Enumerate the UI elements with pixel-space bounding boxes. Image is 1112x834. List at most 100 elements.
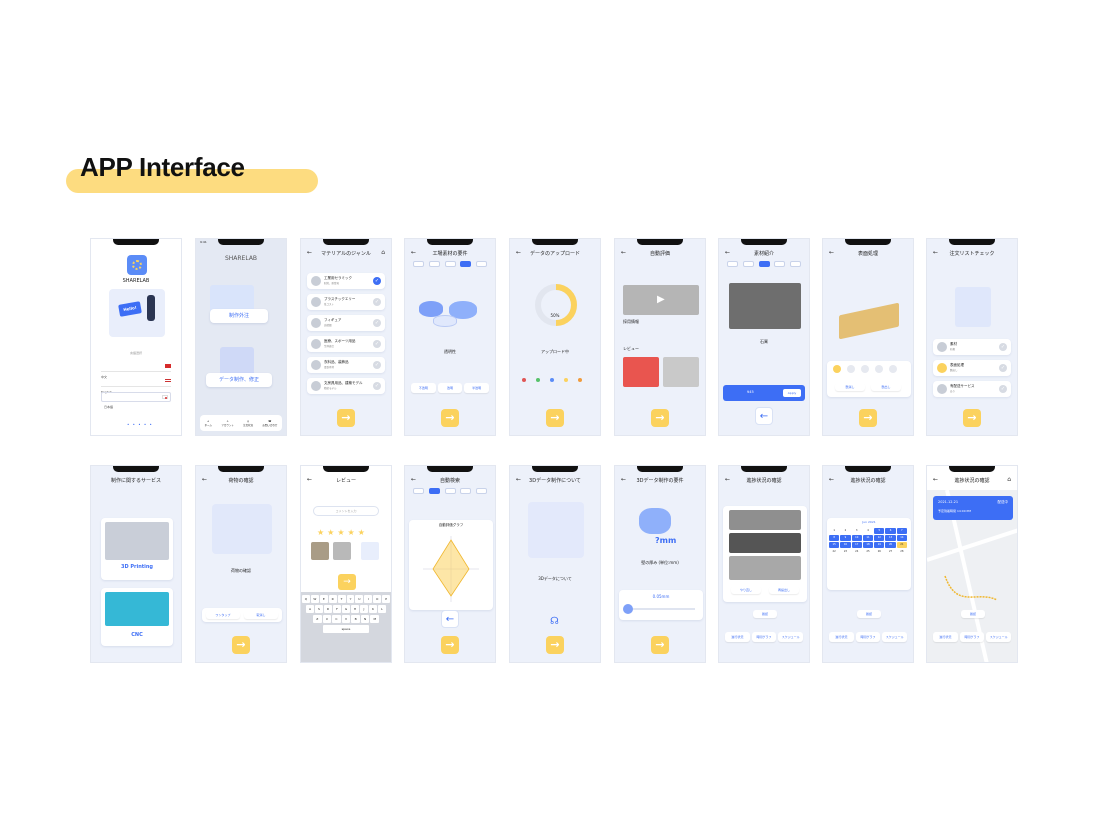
calendar-day[interactable]: 28	[897, 549, 907, 555]
step-icon[interactable]	[413, 261, 424, 267]
review-photo[interactable]	[333, 542, 351, 560]
material-item[interactable]: 文房具用品、建築モデル 精密モデル ✓	[307, 378, 385, 394]
key[interactable]: P	[382, 595, 391, 603]
color-swatch[interactable]	[833, 365, 841, 373]
color-dot[interactable]	[536, 378, 540, 382]
tab-schedule[interactable]: スケジュール	[986, 632, 1012, 642]
glossy-button[interactable]: 艶出し	[871, 383, 901, 391]
color-dot[interactable]	[564, 378, 568, 382]
slider-thumb[interactable]	[623, 604, 633, 614]
calendar-day[interactable]: 6	[885, 528, 896, 534]
calendar-day[interactable]: 17	[851, 542, 862, 548]
color-swatch[interactable]	[875, 365, 883, 373]
nav-contact[interactable]: ☎ お問い合わせ	[262, 420, 277, 427]
slider-track[interactable]	[627, 608, 695, 610]
order-item[interactable]: 有配送サービス あり ✓	[933, 381, 1011, 397]
review-image[interactable]	[663, 357, 699, 387]
video-thumbnail[interactable]: ▶	[623, 285, 699, 315]
step-icon[interactable]	[413, 488, 424, 494]
step-icon[interactable]	[758, 261, 770, 267]
upload-photo-button[interactable]	[361, 542, 379, 560]
calendar-day[interactable]: 22	[829, 549, 839, 555]
tab-progress[interactable]: 進行状況	[829, 632, 854, 642]
calendar-day[interactable]: 19	[874, 542, 885, 548]
step-icon[interactable]	[790, 261, 801, 267]
calendar-day[interactable]: 18	[862, 542, 874, 548]
key[interactable]: L	[378, 605, 386, 613]
step-icon[interactable]	[476, 488, 487, 494]
check-icon[interactable]: ✓	[373, 361, 381, 369]
back-button[interactable]: ←	[441, 610, 459, 628]
key[interactable]: E	[319, 595, 328, 603]
redo-button[interactable]: やり直し	[731, 586, 761, 594]
tab-schedule[interactable]: スケジュール	[778, 632, 804, 642]
key[interactable]: T	[337, 595, 346, 603]
key[interactable]: Z	[313, 615, 322, 623]
calendar-day[interactable]: 7	[896, 528, 907, 534]
headset-icon[interactable]: ☊	[550, 616, 559, 627]
step-icon[interactable]	[460, 261, 472, 267]
service-option-cnc[interactable]: CNC	[101, 588, 173, 646]
calendar-day[interactable]: 15	[829, 542, 840, 548]
tab-schedule[interactable]: スケジュール	[882, 632, 908, 642]
matte-button[interactable]: 艶消し	[835, 383, 865, 391]
next-button[interactable]: →	[441, 636, 459, 654]
key[interactable]: O	[373, 595, 382, 603]
key[interactable]: N	[360, 615, 370, 623]
color-swatch[interactable]	[861, 365, 869, 373]
key[interactable]: I	[364, 595, 373, 603]
next-button[interactable]: →	[546, 409, 564, 427]
calendar-day[interactable]: 16	[840, 542, 851, 548]
check-icon[interactable]: ✓	[373, 382, 381, 390]
lang-option-japanese[interactable]: 日本語	[101, 392, 171, 409]
check-icon[interactable]: ✓	[373, 319, 381, 327]
home-icon[interactable]: ⌂	[1007, 476, 1011, 483]
key[interactable]: K	[369, 605, 377, 613]
resubmit-button[interactable]: 再提出し	[769, 586, 799, 594]
step-icon[interactable]	[444, 261, 456, 267]
key[interactable]: D	[324, 605, 332, 613]
calendar-day[interactable]: 23	[840, 549, 850, 555]
review-photo[interactable]	[311, 542, 329, 560]
calendar-day[interactable]: 3	[852, 528, 862, 534]
tab-semi[interactable]: 半透明	[464, 383, 490, 393]
key[interactable]: V	[341, 615, 351, 623]
calendar-day[interactable]: 20	[885, 542, 896, 548]
confirm-button[interactable]: 確認	[961, 610, 985, 618]
calendar-day[interactable]: 5	[874, 528, 885, 534]
key[interactable]: U	[355, 595, 364, 603]
key[interactable]: M	[370, 615, 380, 623]
outsource-button[interactable]: 制作外注	[210, 309, 268, 323]
key[interactable]: Q	[302, 595, 310, 603]
check-icon[interactable]: ✓	[999, 364, 1007, 372]
key[interactable]: H	[351, 605, 359, 613]
nav-orders[interactable]: ◎ 注文状況	[243, 420, 253, 427]
send-button[interactable]: →	[338, 574, 356, 590]
color-dot[interactable]	[522, 378, 526, 382]
rating-stars[interactable]: ★★★★★	[317, 528, 368, 537]
calendar-day[interactable]: 10	[851, 535, 862, 541]
calendar-day[interactable]: 27	[885, 549, 895, 555]
back-button[interactable]: ←	[755, 407, 773, 425]
next-button[interactable]: →	[337, 409, 355, 427]
next-button[interactable]: →	[441, 409, 459, 427]
key[interactable]: J	[360, 605, 368, 613]
check-icon[interactable]: ✓	[999, 385, 1007, 393]
step-icon[interactable]	[727, 261, 738, 267]
calendar-day[interactable]: 24	[852, 549, 862, 555]
key[interactable]: F	[333, 605, 341, 613]
calendar-day[interactable]: 21	[896, 542, 907, 548]
home-icon[interactable]: ⌂	[381, 249, 385, 256]
step-icon[interactable]	[428, 488, 440, 494]
key[interactable]: Y	[346, 595, 355, 603]
space-key[interactable]: space	[323, 625, 369, 633]
calendar-day[interactable]: 25	[863, 549, 873, 555]
review-image[interactable]	[623, 357, 659, 387]
tab-timegraph[interactable]: 時間グラフ	[959, 632, 985, 642]
material-item[interactable]: フィギュア 高精細 ✓	[307, 315, 385, 331]
key[interactable]: S	[315, 605, 323, 613]
one-tap-button[interactable]: ワンタップ	[206, 611, 240, 619]
key[interactable]: B	[351, 615, 360, 623]
key[interactable]: A	[306, 605, 314, 613]
calendar-day[interactable]: 9	[840, 535, 851, 541]
